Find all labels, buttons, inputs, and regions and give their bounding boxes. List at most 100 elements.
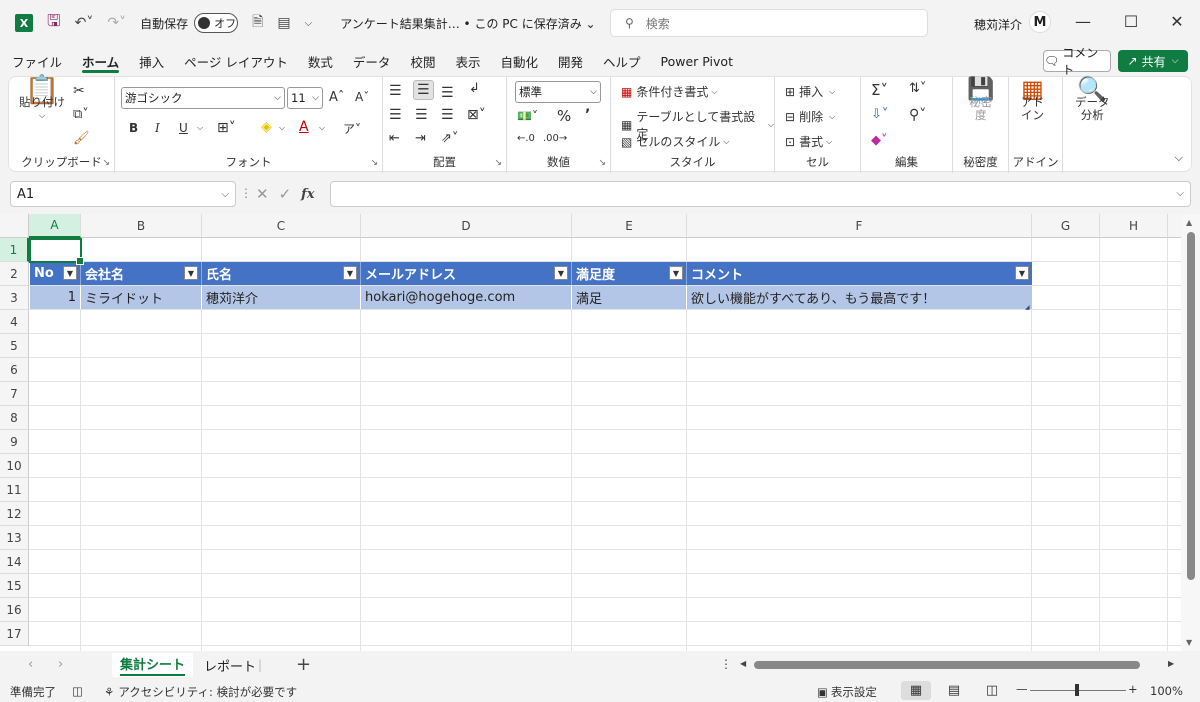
expand-formula-icon[interactable]: ⌵ [1176,188,1184,199]
tab-power-pivot[interactable]: Power Pivot [661,46,733,76]
row-header-2[interactable]: 2 [0,262,29,286]
wrap-text-icon[interactable]: ↲ [469,81,480,96]
fill-color-icon[interactable]: ◈ [261,119,272,135]
font-name-select[interactable]: 游ゴシック ⌵ [121,87,285,109]
row-header-3[interactable]: 3 [0,286,29,310]
column-header-g[interactable]: G [1032,214,1100,238]
page-layout-view-icon[interactable]: ▤ [939,681,969,700]
scroll-left-icon[interactable]: ◀ [740,659,746,668]
filter-dropdown-icon[interactable]: ▼ [184,266,198,280]
orientation-icon[interactable]: ⇗˅ [441,131,458,146]
filter-dropdown-icon[interactable]: ▼ [343,266,357,280]
table-header-satisfaction[interactable]: 満足度 ▼ [572,262,687,285]
insert-cells-button[interactable]: ⊞ 挿入 ⌵ [785,83,835,100]
normal-view-icon[interactable]: ▦ [901,681,931,700]
row-header-4[interactable]: 4 [0,310,29,334]
merge-center-icon[interactable]: ⊠˅ [467,107,486,123]
underline-icon[interactable]: U [179,121,188,135]
filter-dropdown-icon[interactable]: ▼ [1015,266,1029,280]
close-icon[interactable]: ✕ [1162,12,1192,31]
table-cell-no[interactable]: 1 [30,286,81,309]
sheet-tab-report[interactable]: レポート [196,653,264,677]
row-header-1[interactable]: 1 [0,238,29,262]
cancel-icon[interactable]: ✕ [256,185,269,203]
tab-view[interactable]: 表示 [455,46,480,76]
table-header-company[interactable]: 会社名 ▼ [81,262,202,285]
cut-icon[interactable]: ✂ [73,83,85,99]
worksheet[interactable]: A B C D E F G H 1 2 3 4 5 6 7 8 9 10 11 … [0,214,1200,651]
zoom-in-icon[interactable]: + [1128,682,1138,696]
row-header-10[interactable]: 10 [0,454,29,478]
next-sheet-icon[interactable]: › [58,657,63,672]
table-resize-handle[interactable]: ◢ [1025,304,1030,311]
add-sheet-icon[interactable]: + [296,654,311,675]
row-header-6[interactable]: 6 [0,358,29,382]
conditional-format-button[interactable]: ▦ 条件付き書式 ⌵ [621,83,717,100]
decrease-indent-icon[interactable]: ⇤ [389,131,400,146]
select-all-corner[interactable] [0,214,29,238]
document-icon[interactable]: 🗎 [252,11,263,35]
minimize-icon[interactable]: — [1068,12,1098,31]
chevron-down-icon[interactable]: ⌵ [197,123,203,133]
save-icon[interactable]: 🖫 [47,10,61,37]
table-header-comment[interactable]: コメント ▼ [687,262,1032,285]
format-cells-button[interactable]: ⊡ 書式 ⌵ [785,133,832,150]
filter-dropdown-icon[interactable]: ▼ [63,266,77,280]
row-header-7[interactable]: 7 [0,382,29,406]
currency-icon[interactable]: 💵˅ [517,109,538,123]
scroll-up-icon[interactable]: ▲ [1186,218,1192,227]
clear-icon[interactable]: ◆˅ [871,133,888,148]
tab-home[interactable]: ホーム [82,46,120,76]
macro-record-icon[interactable]: ◫ [72,684,83,698]
filter-dropdown-icon[interactable]: ▼ [669,266,683,280]
align-right-icon[interactable]: ☰ [441,107,454,123]
table-header-name[interactable]: 氏名 ▼ [202,262,361,285]
tab-help[interactable]: ヘルプ [603,46,641,76]
search-box[interactable]: ⚲ 検索 [610,9,928,37]
prev-sheet-icon[interactable]: ‹ [28,657,33,672]
row-header-14[interactable]: 14 [0,550,29,574]
cell-styles-button[interactable]: ▧ セルのスタイル ⌵ [621,133,729,150]
decrease-font-icon[interactable]: Aˇ [355,90,369,104]
align-top-icon[interactable]: ☰ [389,83,402,99]
column-header-e[interactable]: E [572,214,687,238]
comment-button[interactable]: 🗨 コメント [1043,46,1111,77]
autosum-icon[interactable]: Σ˅ [871,81,888,99]
horizontal-scrollbar[interactable]: ◀ ▶ [740,658,1180,672]
more-icon[interactable]: ⋮ [720,657,732,671]
formula-input[interactable]: ⌵ [330,181,1191,207]
accessibility-status[interactable]: ⚘ アクセシビリティ: 検討が必要です [104,684,297,700]
tab-data[interactable]: データ [353,46,391,76]
column-header-h[interactable]: H [1100,214,1168,238]
column-header-a[interactable]: A [29,214,81,238]
row-header-5[interactable]: 5 [0,334,29,358]
delete-cells-button[interactable]: ⊟ 削除 ⌵ [785,108,835,125]
display-settings-button[interactable]: ▣ 表示設定 [817,684,877,700]
filter-dropdown-icon[interactable]: ▼ [554,266,568,280]
document-title[interactable]: アンケート結果集計… • この PC に保存済み ⌄ [340,15,595,32]
border-icon[interactable]: ⊞˅ [217,120,236,136]
increase-decimal-icon[interactable]: ←.0 [517,133,535,144]
dialog-launcher-icon[interactable]: ↘ [370,158,378,168]
horizontal-scroll-thumb[interactable] [754,661,1140,669]
row-header-8[interactable]: 8 [0,406,29,430]
row-header-15[interactable]: 15 [0,574,29,598]
column-header-d[interactable]: D [361,214,572,238]
active-cell-a1[interactable] [29,238,84,265]
table-header-no[interactable]: No ▼ [30,262,81,285]
dialog-launcher-icon[interactable]: ↘ [102,158,110,168]
font-size-select[interactable]: 11 ⌵ [287,87,323,109]
format-painter-icon[interactable]: 🖌 [73,131,90,146]
redo-icon[interactable]: ↷˅ [107,15,126,31]
tab-developer[interactable]: 開発 [558,46,583,76]
table-header-email[interactable]: メールアドレス ▼ [361,262,572,285]
sensitivity-button[interactable]: 💾 秘密度 [967,79,994,122]
italic-icon[interactable]: I [155,121,160,135]
sort-filter-icon[interactable]: ⇅˅ [909,81,926,96]
align-middle-icon[interactable]: ☰ [413,80,434,100]
tab-formulas[interactable]: 数式 [308,46,333,76]
zoom-level[interactable]: 100% [1150,684,1183,698]
table-cell-comment[interactable]: 欲しい機能がすべてあり、もう最高です！ [687,286,1032,309]
tab-automate[interactable]: 自動化 [500,46,538,76]
name-box[interactable]: A1 ⌵ [10,181,236,207]
